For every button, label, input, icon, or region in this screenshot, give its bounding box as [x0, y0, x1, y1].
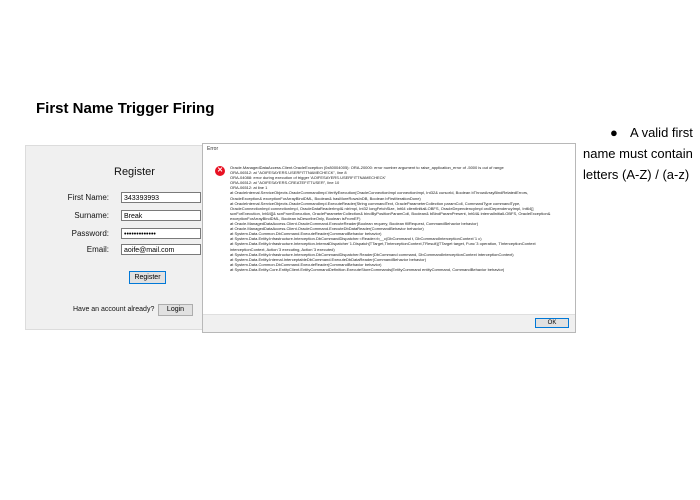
- first-name-field[interactable]: 343393993: [121, 192, 201, 203]
- error-line: at OracleInternal.ServiceObjects.OracleC…: [230, 190, 529, 201]
- password-label: Password:: [71, 229, 109, 238]
- email-field[interactable]: aoife@mail.com: [121, 244, 201, 255]
- register-window: Register First Name: 343393993 Surname: …: [25, 145, 205, 330]
- slide-title: First Name Trigger Firing: [36, 100, 215, 117]
- error-icon: ✕: [215, 166, 225, 176]
- password-field[interactable]: •••••••••••••: [121, 228, 201, 239]
- first-name-label: First Name:: [67, 193, 109, 202]
- bullet-point: ● A valid first name must contain letters…: [583, 122, 695, 185]
- surname-field[interactable]: Break: [121, 210, 201, 221]
- email-label: Email:: [86, 245, 109, 254]
- dialog-footer: OK: [203, 314, 575, 332]
- login-button[interactable]: Login: [158, 304, 193, 316]
- error-line: at System.Data.Entity.Infrastructure.Int…: [230, 251, 514, 257]
- dialog-caption: Error: [207, 146, 219, 152]
- ok-button[interactable]: OK: [535, 318, 569, 328]
- error-dialog: Error ✕ Oracle.ManagedDataAccess.Client.…: [202, 143, 576, 333]
- error-line: at System.Data.Entity.Core.EntityClient.…: [230, 266, 505, 272]
- register-title: Register: [114, 166, 155, 178]
- surname-label: Surname:: [74, 211, 109, 220]
- bullet-icon: ●: [610, 125, 618, 140]
- register-button[interactable]: Register: [129, 271, 166, 284]
- error-line: at OracleInternal.ServiceObjects.OracleC…: [230, 200, 551, 221]
- error-line: at System.Data.Entity.Infrastructure.Int…: [230, 241, 536, 252]
- error-message: Oracle.ManagedDataAccess.Client.OracleEx…: [230, 165, 560, 272]
- account-prompt: Have an account already?: [73, 306, 155, 313]
